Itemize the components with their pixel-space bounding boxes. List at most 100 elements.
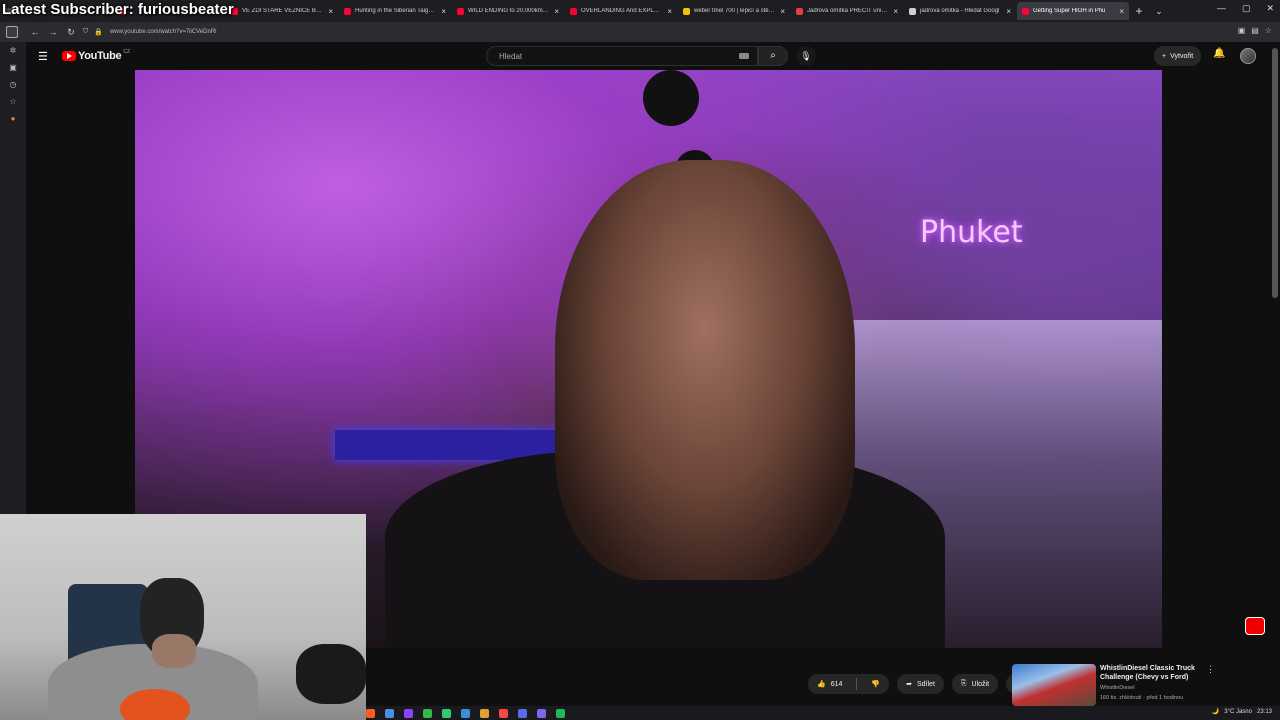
microphone-icon: 🎙 — [800, 51, 812, 61]
search-input[interactable]: Hledat — [486, 46, 758, 66]
screenshot-icon[interactable]: ▣ — [1238, 26, 1246, 35]
share-label: Sdílet — [917, 680, 935, 688]
tab-close-icon[interactable]: × — [554, 7, 559, 16]
taskbar-app-icon[interactable] — [423, 708, 432, 718]
tab-title: jadrova omitka - Hledat Googl — [920, 8, 1000, 14]
create-button[interactable]: + Vytvořit — [1154, 46, 1202, 66]
menu-icon[interactable]: ☰ — [38, 50, 48, 63]
tab-close-icon[interactable]: × — [893, 7, 898, 16]
recommended-thumbnail[interactable] — [1012, 664, 1096, 706]
browser-tab[interactable]: OVERLANDING And EXPLORIN × — [565, 2, 677, 20]
thumbs-down-icon: 👎 — [871, 681, 881, 688]
thumbs-up-icon: 👍 — [817, 681, 826, 688]
like-dislike-group: 👍 614 👎 — [808, 674, 890, 694]
like-button[interactable]: 👍 614 — [808, 674, 851, 694]
url-field[interactable]: www.youtube.com/watch?v=7liCVeDnRl — [110, 29, 217, 35]
tab-close-icon[interactable]: × — [328, 7, 333, 16]
browser-tab[interactable]: VE ZDI STARÉ VĚZNICE BYLA DI × — [226, 2, 338, 20]
reader-icon[interactable]: ▤ — [1251, 26, 1259, 35]
taskbar-app-icon[interactable] — [461, 708, 470, 718]
youtube-logo[interactable]: YouTube CZ — [62, 49, 130, 62]
taskbar-app-icon[interactable] — [518, 708, 527, 718]
taskbar-app-icon[interactable] — [480, 708, 489, 718]
browser-tab[interactable]: WILD ENDING to 20,000km Fro × — [452, 2, 564, 20]
streamer-webcam — [0, 514, 366, 720]
browser-tab[interactable]: Hunting in the Siberian Taiga: Y × — [339, 2, 451, 20]
address-bar: ← → ↻ ⛉ 🔒 www.youtube.com/watch?v=7liCVe… — [0, 22, 1280, 42]
presenter-face — [555, 160, 855, 580]
tab-title: Jádrová omítka PRECIT univerz — [807, 8, 890, 14]
taskbar-app-icon[interactable] — [385, 708, 394, 718]
channel-watermark-icon[interactable] — [1245, 617, 1265, 635]
dislike-button[interactable]: 👎 — [862, 674, 889, 694]
browser-tab[interactable]: Getting Super HIGH in Phu × — [1017, 2, 1129, 20]
avatar[interactable] — [1240, 48, 1256, 64]
save-label: Uložit — [971, 680, 990, 688]
webcam-face — [152, 634, 196, 668]
taskbar-app-icon[interactable] — [442, 708, 451, 718]
tab-title: weber tmel 700 | lepicí a stěrkc — [694, 8, 777, 14]
tab-favicon-icon — [344, 7, 351, 15]
tab-favicon-icon — [570, 7, 577, 15]
reload-icon[interactable]: ↻ — [62, 27, 80, 38]
tab-favicon-icon — [796, 7, 803, 15]
notifications-bell-icon[interactable]: 🔔 — [1213, 48, 1225, 59]
share-button[interactable]: ➦ Sdílet — [897, 674, 944, 694]
page-scrollbar[interactable] — [1272, 48, 1278, 298]
save-button[interactable]: ⎘ Uložit — [951, 674, 999, 694]
new-tab-button[interactable]: + — [1129, 4, 1149, 18]
history-icon[interactable]: ◷ — [10, 80, 17, 89]
search-button[interactable]: ⌕ — [758, 46, 788, 66]
clock[interactable]: 23:13 — [1257, 709, 1272, 715]
latest-subscriber-overlay: Latest Subscriber: furiousbeater — [2, 1, 234, 18]
addon-icon[interactable]: ● — [11, 114, 16, 123]
favorites-icon[interactable]: ☆ — [9, 97, 16, 106]
lock-icon[interactable]: 🔒 — [94, 28, 103, 36]
browser-tab[interactable]: jadrova omitka - Hledat Googl × — [904, 2, 1016, 20]
tab-title: OVERLANDING And EXPLORIN — [581, 8, 664, 14]
wallet-icon[interactable]: ▣ — [9, 63, 17, 72]
plus-icon: + — [1162, 52, 1167, 60]
system-tray: 🌙 3°C Jasno 23:13 — [1212, 708, 1272, 716]
taskbar-app-icon[interactable] — [556, 708, 565, 718]
sidebar-toggle-button[interactable] — [6, 26, 18, 38]
taskbar-app-icon[interactable] — [366, 708, 375, 718]
bookmark-star-icon[interactable]: ☆ — [1265, 26, 1272, 35]
recommended-channel[interactable]: WhistlinDiesel — [1100, 685, 1135, 691]
youtube-play-icon — [62, 51, 76, 61]
tab-favicon-icon — [457, 7, 464, 15]
minimize-button[interactable]: — — [1217, 3, 1226, 14]
recommended-menu-icon[interactable]: ⋮ — [1206, 664, 1215, 675]
back-icon[interactable]: ← — [26, 27, 44, 37]
recommended-video[interactable]: WhistlinDiesel Classic Truck Challenge (… — [1012, 664, 1215, 706]
taskbar-app-icon[interactable] — [404, 708, 413, 718]
tab-close-icon[interactable]: × — [441, 7, 446, 16]
voice-search-button[interactable]: 🎙 — [796, 46, 816, 66]
tab-close-icon[interactable]: × — [1006, 7, 1011, 16]
shield-icon[interactable]: ⛉ — [83, 28, 88, 36]
youtube-header: ☰ YouTube CZ Hledat ⌕ 🎙 + Vytvořit 🔔 — [26, 42, 1280, 70]
tab-title: VE ZDI STARÉ VĚZNICE BYLA DI — [242, 8, 324, 14]
maximize-button[interactable]: ▢ — [1242, 3, 1251, 14]
taskbar-app-icon[interactable] — [537, 708, 546, 718]
browser-extensions: ▣ ▤ ☆ — [1238, 26, 1272, 35]
weather-icon[interactable]: 🌙 — [1212, 708, 1219, 715]
country-code: CZ — [123, 49, 130, 55]
taskbar-app-icon[interactable] — [499, 708, 508, 718]
browser-tab[interactable]: weber tmel 700 | lepicí a stěrkc × — [678, 2, 790, 20]
tab-list-button[interactable]: ⌄ — [1149, 6, 1169, 17]
tab-close-icon[interactable]: × — [1119, 7, 1124, 16]
forward-icon[interactable]: → — [44, 27, 62, 37]
browser-tab[interactable]: Jádrová omítka PRECIT univerz × — [791, 2, 903, 20]
tab-title: Hunting in the Siberian Taiga: Y — [355, 8, 438, 14]
puzzle-icon[interactable]: ✲ — [10, 46, 17, 55]
close-window-button[interactable]: ✕ — [1266, 3, 1274, 14]
tab-close-icon[interactable]: × — [667, 7, 672, 16]
tab-close-icon[interactable]: × — [780, 7, 785, 16]
weather-text[interactable]: 3°C Jasno — [1224, 709, 1252, 715]
save-playlist-icon: ⎘ — [960, 680, 967, 687]
create-label: Vytvořit — [1170, 52, 1194, 60]
youtube-logo-text: YouTube — [78, 50, 122, 62]
keyboard-icon[interactable] — [739, 53, 749, 59]
recommended-title[interactable]: WhistlinDiesel Classic Truck Challenge (… — [1100, 664, 1204, 682]
